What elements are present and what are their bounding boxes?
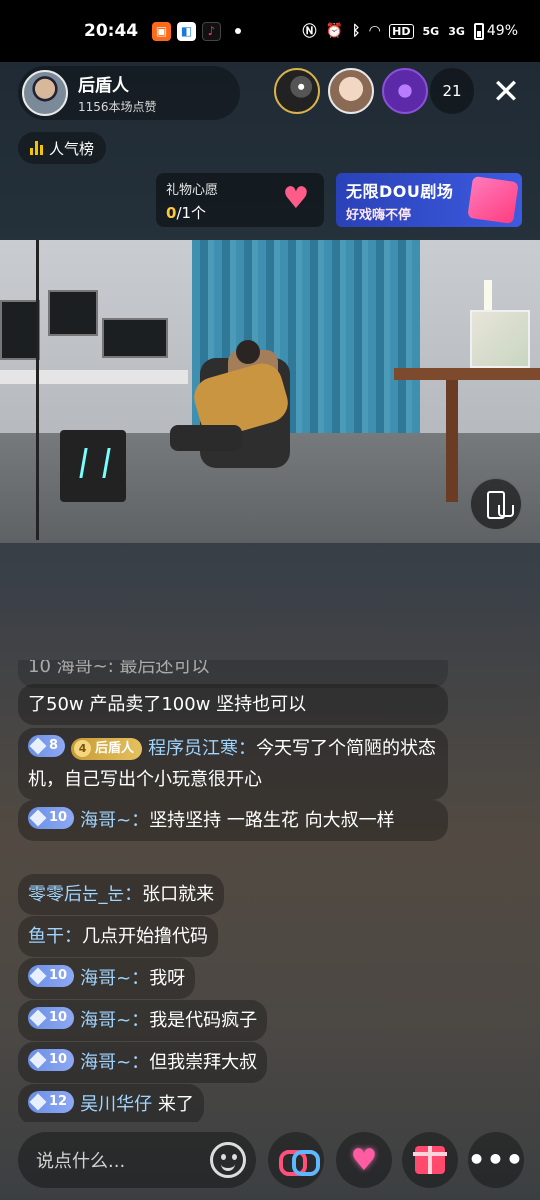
dou-theater-banner[interactable]: 无限DOU剧场 好戏嗨不停 [336, 173, 522, 227]
fan-club-badge: 4 后盾人 [71, 737, 143, 760]
message-username[interactable]: 海哥~： [80, 968, 149, 989]
chat-list[interactable]: 10 海哥~: 最后还可以 了50w 产品卖了100w 坚持也可以 8 4 后盾人程… [18, 660, 458, 1122]
message-text: 我呀 [149, 968, 186, 989]
banner-clapper-icon [467, 176, 519, 224]
live-video-stream[interactable] [0, 240, 540, 543]
more-button[interactable]: ••• [468, 1132, 524, 1188]
bluetooth-icon: ᛒ [351, 23, 361, 39]
tiktok-icon: ♪ [202, 21, 221, 41]
like-button[interactable]: ♥ [336, 1132, 392, 1188]
message-username[interactable]: 海哥~： [80, 810, 149, 831]
message-text: 坚持坚持 一路生花 向大叔一样 [149, 810, 395, 831]
battery-percent: 49% [486, 23, 518, 39]
message-text: 我是代码疯子 [149, 1010, 258, 1031]
top-viewers [274, 68, 428, 114]
emoji-icon[interactable] [210, 1142, 246, 1178]
chat-message: 10 海哥~：我是代码疯子 [18, 1000, 268, 1041]
host-name: 后盾人 [78, 76, 129, 96]
battery-icon [473, 22, 484, 40]
chat-message: 零零后눈_눈：张口就来 [18, 874, 225, 915]
message-username[interactable]: 零零后눈_눈： [28, 884, 142, 905]
host-likes: 1156本场点赞 [78, 100, 157, 114]
user-level-badge: 8 [28, 735, 66, 757]
user-level-badge: 12 [28, 1091, 75, 1113]
heart-icon: ♥ [350, 1142, 378, 1178]
hd-icon: HD [389, 23, 414, 39]
bottom-action-bar: 说点什么... ♥ ••• [0, 1132, 540, 1190]
message-username[interactable]: 吴川华仔 [80, 1094, 152, 1115]
popularity-rank-button[interactable]: 人气榜 [18, 132, 107, 164]
close-icon[interactable]: ✕ [486, 72, 526, 112]
message-text: 几点开始撸代码 [82, 926, 208, 947]
status-time: 20:44 [84, 21, 139, 41]
chat-message: 10 海哥~：我呀 [18, 958, 196, 999]
rank-bars-icon [30, 141, 43, 155]
comment-input[interactable]: 说点什么... [18, 1132, 256, 1188]
nfc-icon: Ⓝ [302, 24, 317, 40]
gift-icon [413, 1146, 447, 1174]
gift-wish-widget[interactable]: 礼物心愿 0/1个 ♥ [156, 173, 324, 227]
message-username[interactable]: 海哥~： [80, 1052, 149, 1073]
more-notifications-dot [235, 28, 241, 34]
viewer-count-button[interactable]: 21 [430, 68, 474, 114]
viewer-avatar[interactable] [328, 68, 374, 114]
viewer-avatar[interactable] [382, 68, 428, 114]
message-text: 张口就来 [142, 884, 215, 905]
app-notification-icon: ▣ [152, 21, 171, 41]
heart-gesture-icon: ♥ [282, 181, 310, 216]
chat-message: 了50w 产品卖了100w 坚持也可以 [18, 684, 448, 725]
message-username[interactable]: 鱼干： [28, 926, 82, 947]
app-notification-icon: ◧ [177, 21, 196, 41]
alarm-icon: ⏰ [325, 23, 343, 39]
viewer-avatar[interactable] [274, 68, 320, 114]
wifi-icon: ◠ [369, 23, 381, 39]
message-text: 了50w 产品卖了100w 坚持也可以 [28, 694, 307, 715]
user-level-badge: 10 [28, 1007, 75, 1029]
more-icon: ••• [467, 1143, 525, 1176]
rotate-screen-icon[interactable] [470, 478, 522, 530]
notification-icons: ▣ ◧ ♪ [152, 21, 221, 41]
signal-3g-icon: 3G [448, 24, 465, 38]
chat-message: 10 海哥~：但我崇拜大叔 [18, 1042, 268, 1083]
message-username[interactable]: 海哥~： [80, 1010, 149, 1031]
user-level-badge: 10 [28, 807, 75, 829]
chat-message: 鱼干：几点开始撸代码 [18, 916, 218, 957]
signal-5g-icon: 5G [422, 24, 440, 38]
comment-placeholder: 说点什么... [36, 1151, 126, 1172]
chat-message: 12 吴川华仔 来了 [18, 1084, 204, 1122]
rank-label: 人气榜 [49, 139, 95, 158]
link-mic-button[interactable] [268, 1132, 324, 1188]
gift-button[interactable] [402, 1132, 458, 1188]
host-info-pill[interactable]: 后盾人 1156本场点赞 [18, 66, 240, 120]
user-level-badge: 10 [28, 965, 75, 987]
status-bar: 20:44 ▣ ◧ ♪ Ⓝ ⏰ ᛒ ◠ HD 5G 3G 49% [0, 0, 540, 62]
chat-message: 8 4 后盾人 程序员江寒：今天写了个简陋的状态机，自己写出个小玩意很开心 [18, 728, 448, 800]
message-text: 但我崇拜大叔 [149, 1052, 258, 1073]
chat-message: 10 海哥~：坚持坚持 一路生花 向大叔一样 [18, 800, 448, 841]
battery-indicator: 49% [473, 22, 518, 40]
host-avatar[interactable] [22, 70, 68, 116]
user-level-badge: 10 [28, 1049, 75, 1071]
link-icon [279, 1150, 320, 1176]
message-username[interactable]: 程序员江寒： [148, 738, 256, 759]
message-text: 来了 [157, 1094, 194, 1115]
